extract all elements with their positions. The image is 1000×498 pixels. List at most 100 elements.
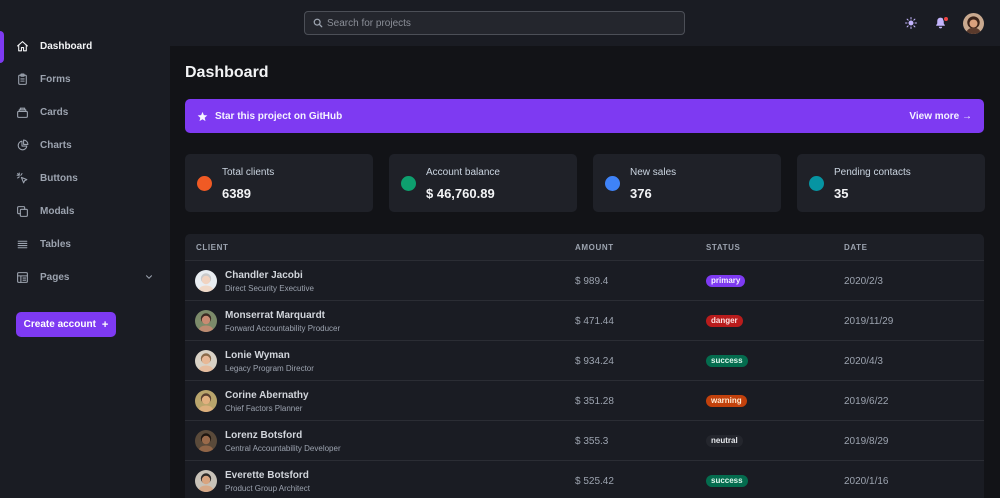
chevron-down-icon[interactable] (144, 272, 154, 282)
column-header-amount: AMOUNT (575, 243, 614, 252)
client-name: Chandler Jacobi (225, 270, 303, 281)
date-value: 2019/6/22 (844, 396, 889, 407)
stat-label: Total clients (222, 167, 275, 178)
client-name: Lorenz Botsford (225, 430, 303, 441)
plus-icon: + (101, 318, 109, 331)
client-role: Forward Accountability Producer (225, 324, 341, 333)
table-row[interactable]: Lonie Wyman Legacy Program Director $ 934.… (185, 341, 984, 381)
sidebar-item-label: Charts (40, 140, 72, 151)
sidebar-item-charts[interactable]: Charts (0, 129, 170, 162)
github-banner[interactable]: Star this project on GitHub View more → (185, 99, 984, 133)
date-value: 2020/4/3 (844, 356, 883, 367)
table-row[interactable]: Everette Botsford Product Group Architect… (185, 461, 984, 498)
cursor-click-icon (16, 172, 29, 185)
star-icon (197, 111, 208, 121)
amount-value: $ 989.4 (575, 276, 609, 287)
pages-icon (16, 271, 29, 284)
search-box (304, 11, 685, 35)
status-badge: success (706, 475, 748, 487)
client-avatar (195, 470, 217, 492)
stat-card-new-sales: New sales 376 (593, 154, 781, 212)
client-role: Direct Security Executive (225, 284, 314, 293)
create-account-button[interactable]: Create account + (16, 312, 116, 337)
view-more-link[interactable]: View more → (909, 111, 972, 122)
client-name: Corine Abernathy (225, 390, 309, 401)
table-row[interactable]: Monserrat Marquardt Forward Accountabilit… (185, 301, 984, 341)
client-avatar (195, 350, 217, 372)
theme-toggle-sun-icon[interactable] (905, 17, 917, 29)
sidebar-item-cards[interactable]: Cards (0, 96, 170, 129)
stat-value: 376 (630, 186, 652, 201)
client-name: Everette Botsford (225, 470, 309, 481)
clipboard-icon (16, 73, 29, 86)
column-header-date: DATE (844, 243, 868, 252)
table-row[interactable]: Lorenz Botsford Central Accountability De… (185, 421, 984, 461)
stat-label: Account balance (426, 167, 500, 178)
date-value: 2019/11/29 (844, 316, 894, 327)
sidebar-item-label: Dashboard (40, 41, 93, 52)
stat-card-account-balance: Account balance $ 46,760.89 (389, 154, 577, 212)
total-clients-icon (197, 176, 212, 191)
client-avatar (195, 390, 217, 412)
sidebar-item-pages[interactable]: Pages (0, 261, 170, 294)
date-value: 2020/1/16 (844, 476, 889, 487)
search-icon (313, 18, 323, 28)
client-role: Product Group Architect (225, 484, 310, 493)
new-sales-icon (605, 176, 620, 191)
sidebar-item-modals[interactable]: Modals (0, 195, 170, 228)
sidebar: Dashboard Forms Cards Charts Buttons Mod… (0, 0, 170, 498)
create-account-label: Create account (23, 319, 96, 330)
sidebar-item-forms[interactable]: Forms (0, 63, 170, 96)
column-header-status: STATUS (706, 243, 741, 252)
pending-contacts-icon (809, 176, 824, 191)
amount-value: $ 525.42 (575, 476, 614, 487)
sidebar-item-tables[interactable]: Tables (0, 228, 170, 261)
status-badge: danger (706, 315, 743, 327)
client-role: Legacy Program Director (225, 364, 314, 373)
table-row[interactable]: Corine Abernathy Chief Factors Planner $ 3… (185, 381, 984, 421)
page-title: Dashboard (185, 64, 269, 81)
amount-value: $ 471.44 (575, 316, 614, 327)
cards-icon (16, 106, 29, 119)
stat-value: $ 46,760.89 (426, 186, 495, 201)
sidebar-item-label: Modals (40, 206, 75, 217)
profile-avatar[interactable] (963, 13, 984, 34)
client-avatar (195, 310, 217, 332)
status-badge: neutral (706, 435, 743, 447)
sidebar-nav: Dashboard Forms Cards Charts Buttons Mod… (0, 30, 170, 294)
stat-label: New sales (630, 167, 677, 178)
client-name: Monserrat Marquardt (225, 310, 326, 321)
sidebar-item-buttons[interactable]: Buttons (0, 162, 170, 195)
sidebar-item-label: Cards (40, 107, 69, 118)
client-role: Chief Factors Planner (225, 404, 303, 413)
table-row[interactable]: Chandler Jacobi Direct Security Executive… (185, 261, 984, 301)
table-icon (16, 238, 29, 251)
status-badge: primary (706, 275, 746, 287)
client-name: Lonie Wyman (225, 350, 290, 361)
client-avatar (195, 270, 217, 292)
modals-icon (16, 205, 29, 218)
stat-card-pending-contacts: Pending contacts 35 (797, 154, 985, 212)
date-value: 2020/2/3 (844, 276, 883, 287)
date-value: 2019/8/29 (844, 436, 889, 447)
stat-value: 6389 (222, 186, 251, 201)
client-avatar (195, 430, 217, 452)
pie-chart-icon (16, 139, 29, 152)
sidebar-item-label: Pages (40, 272, 70, 283)
sidebar-item-label: Buttons (40, 173, 78, 184)
sidebar-item-label: Tables (40, 239, 71, 250)
stat-card-total-clients: Total clients 6389 (185, 154, 373, 212)
clients-table: CLIENT AMOUNT STATUS DATE Chandler Jacob… (185, 234, 984, 498)
stat-value: 35 (834, 186, 849, 201)
amount-value: $ 351.28 (575, 396, 614, 407)
status-badge: success (706, 355, 748, 367)
home-icon (16, 40, 29, 53)
search-input[interactable] (327, 15, 677, 31)
sidebar-item-dashboard[interactable]: Dashboard (0, 30, 170, 63)
amount-value: $ 355.3 (575, 436, 609, 447)
stat-label: Pending contacts (834, 167, 911, 178)
status-badge: warning (706, 395, 747, 407)
sidebar-item-label: Forms (40, 74, 71, 85)
top-header (170, 0, 1000, 46)
column-header-client: CLIENT (196, 243, 229, 252)
